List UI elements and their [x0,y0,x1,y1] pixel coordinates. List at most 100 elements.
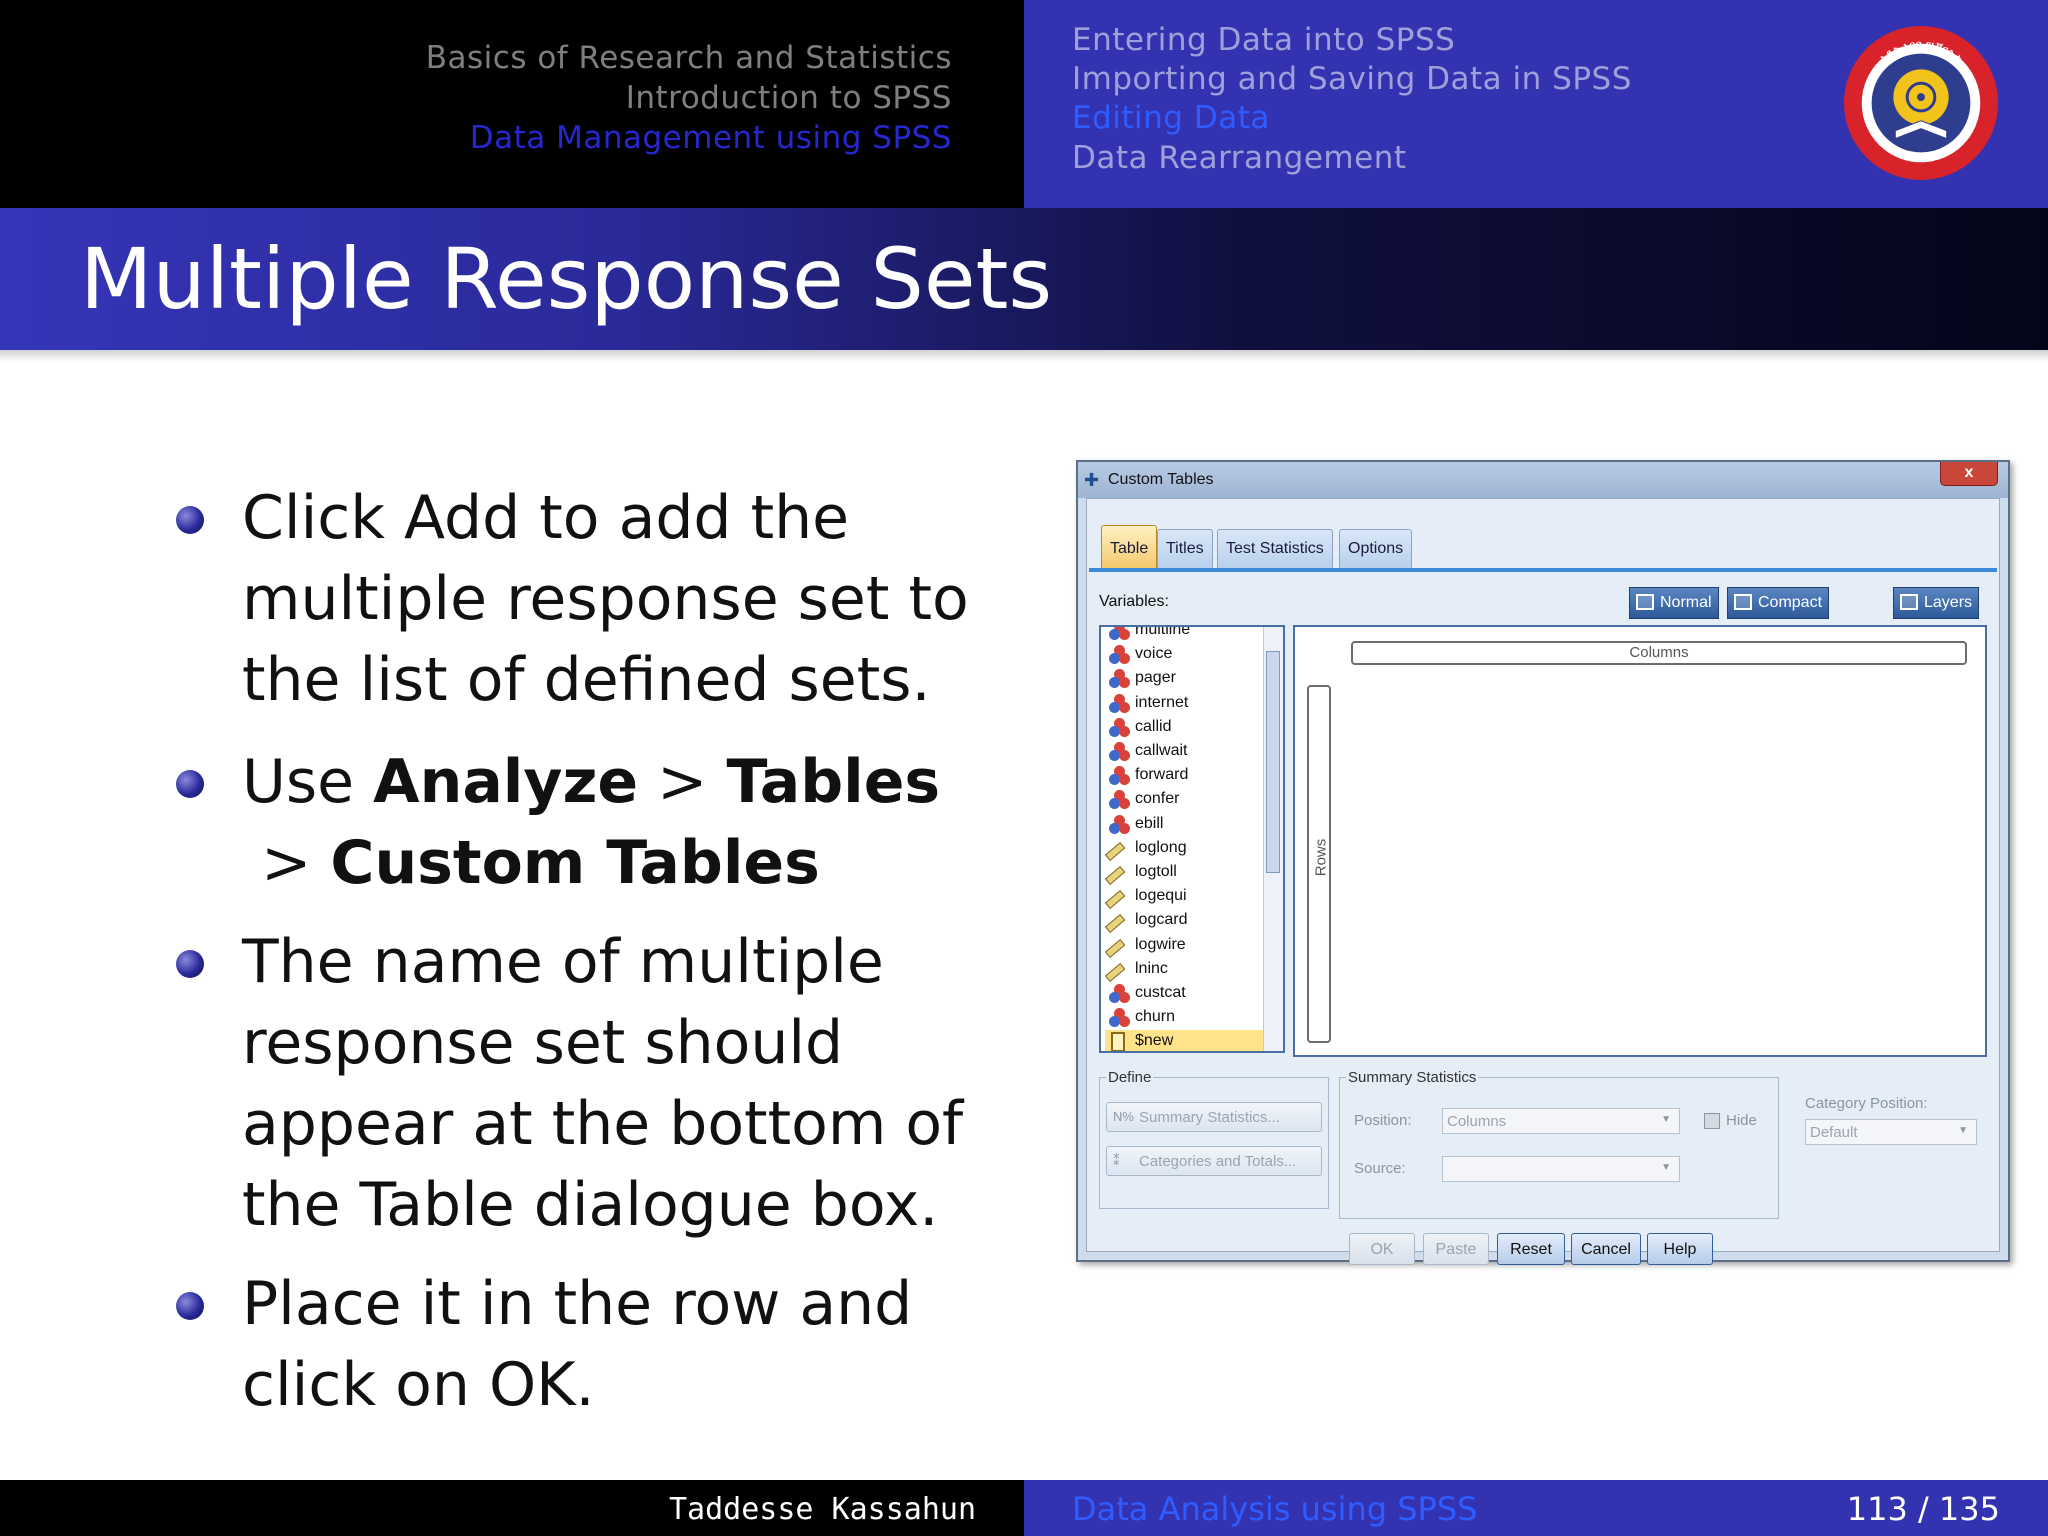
tab-underline [1089,568,1997,572]
variable-name: multline [1135,625,1191,638]
dialog-titlebar[interactable]: ✚ Custom Tables x [1078,462,2008,498]
custom-tables-icon: ✚ [1084,470,1100,490]
nav-subsection-entering[interactable]: Entering Data into SPSS [1072,22,1455,58]
nominal-variable-icon [1109,766,1131,786]
variables-label: Variables: [1099,593,1169,610]
variable-name: callwait [1135,742,1188,759]
scale-variable-icon [1104,841,1126,861]
variable-item[interactable]: logcard [1104,909,1265,934]
source-label: Source: [1354,1160,1406,1177]
bullet-2: Use Analyze > Tables > Custom Tables [170,742,1000,904]
summary-statistics-legend: Summary Statistics [1348,1069,1477,1086]
layers-button[interactable]: Layers [1893,587,1980,619]
categories-totals-button[interactable]: ⁑ Categories and Totals... [1106,1146,1322,1176]
summary-statistics-button[interactable]: N% Summary Statistics... [1106,1102,1322,1132]
variable-name: voice [1135,645,1173,663]
variable-name: logcard [1135,911,1188,929]
tab-table[interactable]: Table [1101,525,1158,569]
summary-statistics-group: Summary Statistics Position: Columns Hid… [1339,1069,1779,1219]
scale-variable-icon [1104,890,1126,910]
variable-item[interactable]: internet [1105,692,1265,716]
variables-scrollbar[interactable] [1263,627,1283,1051]
slide-title: Multiple Response Sets [80,230,1053,328]
variable-item[interactable]: multline [1105,625,1265,643]
variable-item[interactable]: logwire [1104,934,1265,958]
dialog-body: Table Titles Test Statistics Options Var… [1086,498,2000,1265]
hide-checkbox[interactable] [1704,1113,1720,1129]
footer-title[interactable]: Data Analysis using SPSS [1072,1490,1477,1528]
reset-button[interactable]: Reset [1497,1233,1565,1265]
variable-name: logwire [1135,935,1186,953]
nominal-variable-icon [1109,1008,1131,1028]
ok-button[interactable]: OK [1349,1233,1415,1265]
define-group: Define N% Summary Statistics... ⁑ Categori… [1099,1069,1329,1209]
close-button[interactable]: x [1940,462,1998,486]
nav-section-data-management[interactable]: Data Management using SPSS [252,120,952,156]
tab-test-statistics[interactable]: Test Statistics [1217,529,1333,569]
cancel-button[interactable]: Cancel [1571,1233,1641,1265]
variable-item[interactable]: churn [1105,1006,1265,1030]
source-select[interactable] [1442,1156,1680,1182]
scale-variable-icon [1104,914,1126,934]
variable-item[interactable]: voice [1105,643,1265,667]
variable-item[interactable]: lninc [1104,958,1265,982]
variable-name: confer [1135,790,1180,808]
nav-section-intro[interactable]: Introduction to SPSS [252,80,952,116]
scrollbar-thumb[interactable] [1266,651,1280,873]
variable-item[interactable]: logtoll [1104,861,1265,885]
header-section-nav: Basics of Research and Statistics Introd… [0,0,1024,208]
variable-item[interactable]: pager [1105,667,1265,691]
nav-subsection-importing[interactable]: Importing and Saving Data in SPSS [1072,61,1632,97]
table-canvas[interactable]: Columns Rows [1293,625,1987,1057]
bullet-1: Click Add to add the multiple response s… [170,478,1000,721]
title-bar: Multiple Response Sets [0,208,2048,362]
categories-icon: ⁑ [1113,1153,1120,1168]
bullet-dot [176,770,204,798]
page-number: 113 / 135 [1846,1490,2000,1528]
nominal-variable-icon [1109,717,1131,738]
variable-item[interactable]: ebill [1105,813,1265,837]
variable-name: logtoll [1135,863,1177,880]
nominal-variable-icon [1109,742,1131,762]
footer-left: Taddesse Kassahun [0,1480,1024,1536]
tab-titles[interactable]: Titles [1157,529,1213,569]
nominal-variable-icon [1109,645,1131,665]
footer-right: Data Analysis using SPSS 113 / 135 [1024,1480,2048,1536]
bullet-3-text: The name of multiple response set should… [242,927,964,1240]
paste-button[interactable]: Paste [1423,1233,1489,1265]
bullet-2-text: Use Analyze > Tables > Custom Tables [242,747,941,898]
variable-name: loglong [1135,838,1187,856]
normal-view-button[interactable]: Normal [1629,587,1719,619]
variable-item[interactable]: $new [1105,1030,1265,1051]
variable-item[interactable]: logequi [1104,885,1265,910]
variable-item[interactable]: forward [1105,764,1265,788]
nav-subsection-editing[interactable]: Editing Data [1072,100,1270,136]
tab-options[interactable]: Options [1339,529,1413,569]
variable-item[interactable]: confer [1105,788,1265,812]
variable-item[interactable]: callwait [1105,740,1265,764]
variable-item[interactable]: custcat [1105,982,1265,1006]
university-logo: አዲስ አበባ ዩኒቨርሲቲ ADDIS ABABA UNIVERSITY [1843,25,1999,181]
variable-item[interactable]: callid [1105,716,1265,740]
nav-section-basics[interactable]: Basics of Research and Statistics [252,40,952,76]
help-button[interactable]: Help [1647,1233,1713,1265]
variable-name: custcat [1135,984,1186,1001]
columns-drop-zone[interactable]: Columns [1351,641,1967,665]
scale-variable-icon [1104,866,1126,885]
variable-item[interactable]: loglong [1104,837,1265,861]
variables-list[interactable]: multline voice pager internet callid callwait… [1099,625,1285,1053]
compact-view-button[interactable]: Compact [1727,587,1830,619]
bullet-1-text: Click Add to add the multiple response s… [242,483,969,715]
category-position-select[interactable]: Default [1805,1119,1977,1145]
nav-subsection-rearrangement[interactable]: Data Rearrangement [1072,140,1407,176]
bullet-4-text: Place it in the row and click on OK. [242,1269,913,1420]
rows-label: Rows [1312,838,1330,877]
hide-label: Hide [1726,1112,1757,1129]
normal-icon [1636,594,1654,610]
nominal-variable-icon [1109,984,1131,1004]
variable-name: $new [1135,1032,1174,1050]
nominal-variable-icon [1109,669,1131,689]
position-select[interactable]: Columns [1442,1108,1680,1134]
variable-name: logequi [1135,887,1187,905]
rows-drop-zone[interactable]: Rows [1307,685,1331,1043]
